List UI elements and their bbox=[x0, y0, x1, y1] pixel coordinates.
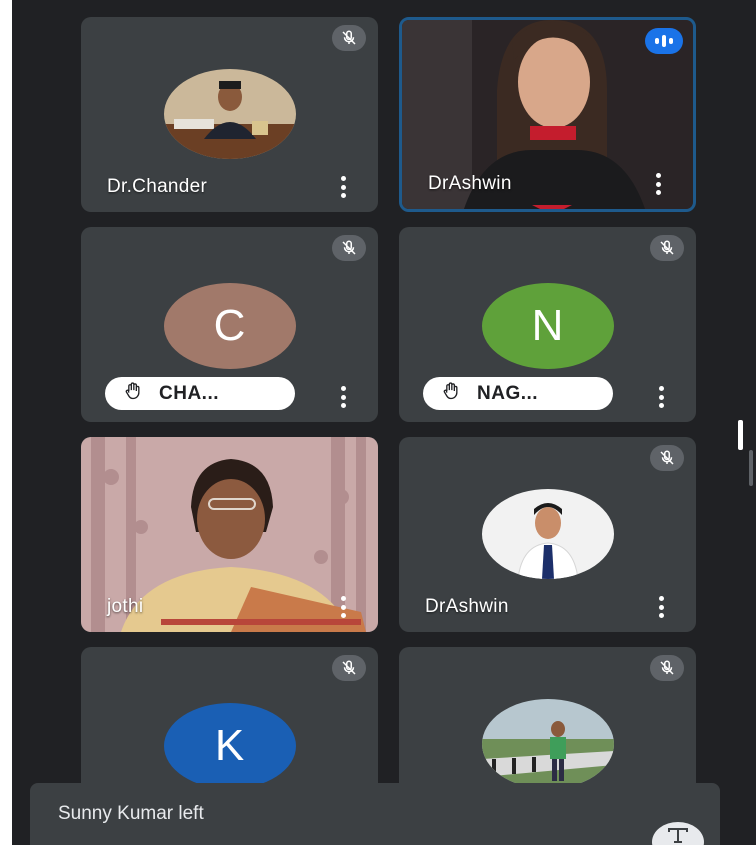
raised-hand-icon bbox=[441, 381, 461, 406]
more-vert-icon[interactable] bbox=[658, 596, 664, 618]
mic-off-icon bbox=[650, 235, 684, 261]
participant-name: Dr.Chander bbox=[107, 176, 208, 197]
participant-tile-nag[interactable]: N NAG... bbox=[399, 227, 696, 422]
avatar: C bbox=[163, 283, 296, 369]
participant-tile-dr-chander[interactable]: Dr.Chander bbox=[81, 17, 378, 212]
more-vert-icon[interactable] bbox=[655, 173, 661, 195]
raised-hand-badge: NAG... bbox=[423, 377, 613, 410]
scrollbar-track[interactable] bbox=[749, 450, 753, 486]
mic-off-icon bbox=[650, 655, 684, 681]
participant-tile-drashwin[interactable]: DrAshwin bbox=[399, 437, 696, 632]
meeting-grid: Dr.Chander DrAshwin C CHA... N NAG... jo… bbox=[12, 0, 756, 845]
participant-name: DrAshwin bbox=[428, 173, 512, 194]
participant-name: CHA... bbox=[159, 382, 219, 404]
more-vert-icon[interactable] bbox=[340, 176, 346, 198]
participant-name: NAG... bbox=[477, 382, 539, 404]
avatar bbox=[481, 699, 614, 789]
notification-toast: Sunny Kumar left bbox=[30, 783, 720, 845]
avatar: K bbox=[163, 703, 296, 789]
participant-name: DrAshwin bbox=[425, 596, 509, 617]
mic-off-icon bbox=[332, 655, 366, 681]
participant-tile-drashwin-video[interactable]: DrAshwin bbox=[399, 17, 696, 212]
mic-off-icon bbox=[650, 445, 684, 471]
more-vert-icon[interactable] bbox=[340, 386, 346, 408]
avatar bbox=[481, 489, 614, 579]
mic-off-icon bbox=[332, 25, 366, 51]
participant-tile-cha[interactable]: C CHA... bbox=[81, 227, 378, 422]
raised-hand-icon bbox=[123, 381, 143, 406]
more-vert-icon[interactable] bbox=[340, 596, 346, 618]
scrollbar-thumb[interactable] bbox=[738, 420, 743, 450]
raised-hand-badge: CHA... bbox=[105, 377, 295, 410]
toast-message: Sunny Kumar left bbox=[58, 803, 204, 824]
audio-level-icon bbox=[645, 28, 683, 54]
participant-name: jothi bbox=[107, 596, 144, 617]
avatar: N bbox=[481, 283, 614, 369]
participant-tile-jothi[interactable]: jothi bbox=[81, 437, 378, 632]
mic-off-icon bbox=[332, 235, 366, 261]
avatar bbox=[163, 69, 296, 159]
more-vert-icon[interactable] bbox=[658, 386, 664, 408]
